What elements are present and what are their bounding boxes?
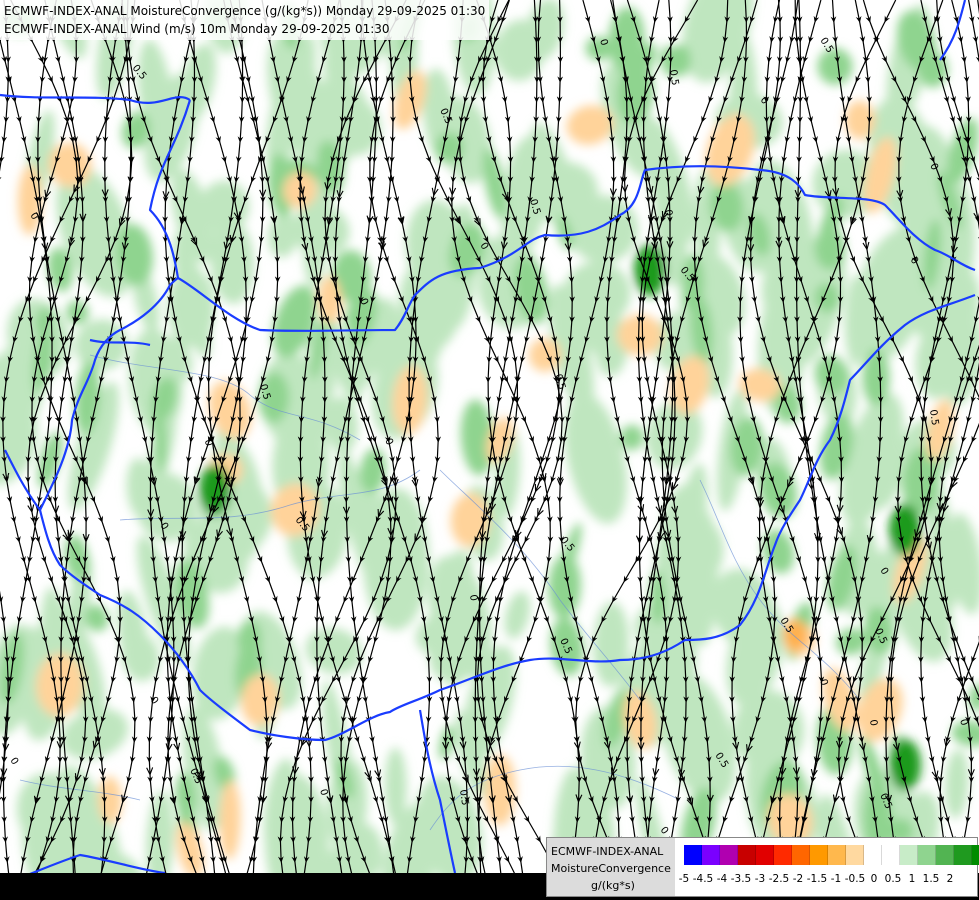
legend-tick: 1.5 <box>922 873 940 885</box>
legend-unit: g/(kg*s) <box>591 879 635 892</box>
weather-map: 0.500.500.500.500.5 00.5000.500.5000.500.… <box>0 0 979 900</box>
legend-swatch <box>702 845 720 865</box>
legend-swatch <box>864 845 882 865</box>
legend-swatch <box>684 845 702 865</box>
strong-convergence-area <box>634 244 666 296</box>
legend-tick: 2 <box>946 873 954 885</box>
legend-swatch <box>954 845 972 865</box>
convergence-area <box>862 349 890 406</box>
legend-swatch <box>936 845 954 865</box>
legend-swatch <box>810 845 828 865</box>
legend-swatches <box>684 845 979 865</box>
legend-swatch <box>756 845 774 865</box>
legend-swatch <box>792 845 810 865</box>
legend-model: ECMWF-INDEX-ANAL <box>551 845 664 858</box>
legend-swatch <box>774 845 792 865</box>
title-wind: ECMWF-INDEX-ANAL Wind (m/s) 10m Monday 2… <box>4 22 390 36</box>
legend-tick: 0 <box>870 873 878 885</box>
legend-swatch <box>828 845 846 865</box>
convergence-area <box>817 48 853 85</box>
legend-tick: -3 <box>754 873 766 885</box>
color-legend: ECMWF-INDEX-ANAL MoistureConvergence g/(… <box>546 837 979 897</box>
divergence-area <box>844 100 876 140</box>
contour-label: 0.5 <box>667 69 680 86</box>
legend-labels: ECMWF-INDEX-ANAL MoistureConvergence g/(… <box>547 838 675 896</box>
legend-tick: -0.5 <box>844 873 866 885</box>
legend-swatch <box>972 845 979 865</box>
contour-label: 0.5 <box>927 409 940 426</box>
legend-tick: 1 <box>908 873 916 885</box>
legend-swatch <box>918 845 936 865</box>
title-moisture-convergence: ECMWF-INDEX-ANAL MoistureConvergence (g/… <box>4 4 486 18</box>
legend-swatch <box>738 845 756 865</box>
legend-swatch <box>900 845 918 865</box>
legend-swatch <box>720 845 738 865</box>
legend-parameter: MoistureConvergence <box>551 862 671 875</box>
legend-tick: -3.5 <box>730 873 752 885</box>
legend-tick: -4 <box>716 873 728 885</box>
strong-convergence-area <box>889 504 921 556</box>
legend-swatch <box>846 845 864 865</box>
legend-swatch <box>882 845 900 865</box>
legend-tick: -2.5 <box>768 873 790 885</box>
legend-tick: -1.5 <box>806 873 828 885</box>
contour-label: 0.5 <box>457 789 470 806</box>
legend-tick: -1 <box>830 873 842 885</box>
legend-tick: 0.5 <box>884 873 902 885</box>
legend-tick: -4.5 <box>692 873 714 885</box>
legend-tick: -2 <box>792 873 804 885</box>
map-title: ECMWF-INDEX-ANAL MoistureConvergence (g/… <box>0 0 490 40</box>
legend-tick: -5 <box>678 873 690 885</box>
